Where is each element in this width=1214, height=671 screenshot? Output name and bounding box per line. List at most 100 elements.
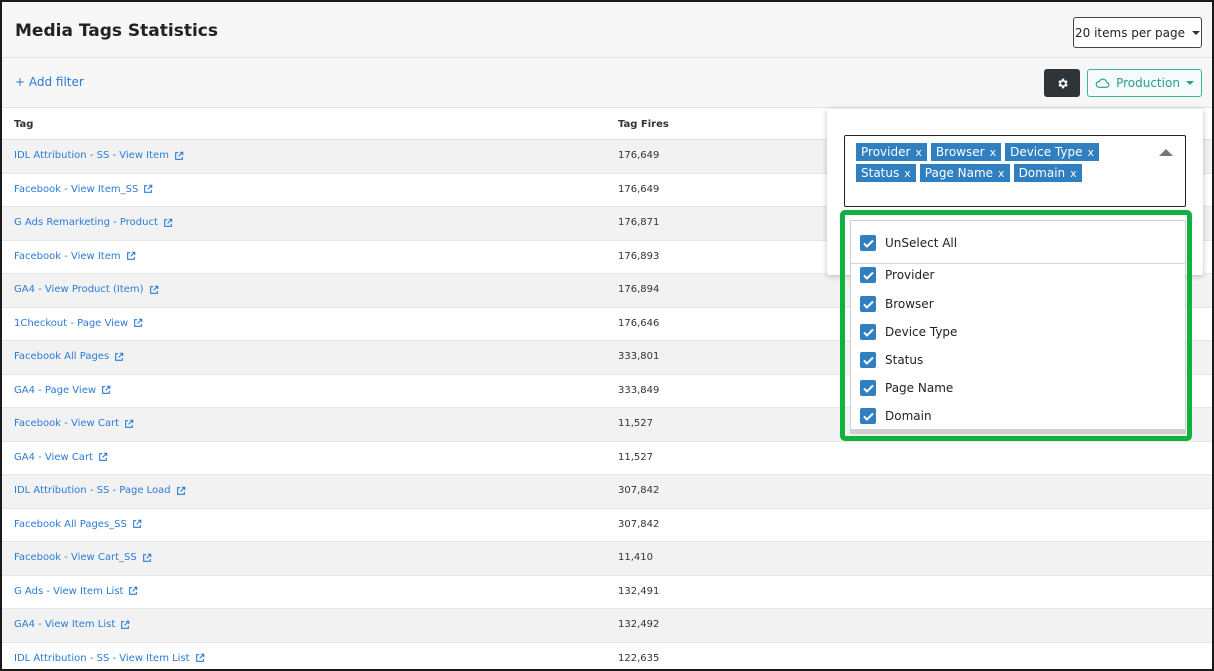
tag-name: IDL Attribution - SS - View Item List (14, 652, 190, 664)
tag-link[interactable]: GA4 - View Item List (14, 619, 130, 630)
chip-label: Page Name (924, 166, 994, 180)
column-option[interactable]: Device Type (860, 322, 957, 342)
tag-name: 1Checkout - Page View (14, 317, 129, 329)
tag-link[interactable]: GA4 - Page View (14, 385, 111, 396)
tag-fires-value: 176,871 (618, 217, 660, 228)
table-row: IDL Attribution - SS - Page Load 307,842 (2, 475, 1212, 509)
checkbox-checked-icon[interactable] (860, 380, 876, 396)
chip-label: Provider (861, 145, 911, 159)
chip-label: Domain (1018, 166, 1066, 180)
tag-link[interactable]: Facebook - View Cart (14, 418, 134, 429)
tag-name: GA4 - View Cart (14, 451, 93, 463)
external-link-icon[interactable] (163, 218, 173, 228)
option-label: Browser (885, 297, 934, 311)
external-link-icon[interactable] (132, 519, 142, 529)
chip-remove-icon[interactable]: x (915, 146, 922, 159)
tag-fires-value: 176,893 (618, 250, 660, 262)
checkbox-checked-icon[interactable] (860, 324, 876, 340)
unselect-all-label: UnSelect All (885, 236, 958, 250)
tag-link[interactable]: Facebook All Pages (14, 351, 124, 362)
page-title: Media Tags Statistics (15, 21, 218, 41)
external-link-icon[interactable] (101, 385, 111, 395)
checkbox-checked-icon[interactable] (860, 408, 876, 424)
selected-chips: Provider x Browser x Device Type x Status x Page… (856, 143, 1146, 182)
tag-name: Facebook - View Cart (14, 418, 120, 429)
tag-name: Facebook - View Cart_SS (14, 552, 137, 563)
table-row: G Ads - View Item List 132,491 (2, 575, 1212, 609)
table-row: GA4 - View Item List 132,492 (2, 609, 1212, 643)
table-row: Facebook All Pages_SS 307,842 (2, 508, 1212, 542)
external-link-icon[interactable] (114, 352, 124, 362)
external-link-icon[interactable] (98, 452, 108, 462)
external-link-icon[interactable] (124, 419, 134, 429)
tag-link[interactable]: Facebook - View Item_SS (14, 184, 153, 195)
checkbox-checked-icon[interactable] (860, 235, 876, 251)
tag-link[interactable]: IDL Attribution - SS - View Item (14, 150, 184, 161)
tag-link[interactable]: GA4 - View Product (Item) (14, 284, 159, 295)
column-option[interactable]: Page Name (860, 378, 953, 398)
checkbox-checked-icon[interactable] (860, 352, 876, 368)
tag-fires-value: 176,649 (618, 183, 660, 195)
checkbox-checked-icon[interactable] (860, 267, 876, 283)
add-filter-link[interactable]: + Add filter (15, 75, 84, 89)
tag-name: GA4 - View Product (Item) (14, 284, 144, 295)
column-option[interactable]: Status (860, 350, 923, 370)
options-divider (851, 263, 1185, 264)
tag-link[interactable]: Facebook - View Cart_SS (14, 552, 152, 563)
table-row: Facebook - View Cart_SS 11,410 (2, 542, 1212, 576)
option-label: Device Type (885, 325, 958, 339)
selected-chip: Page Name x (919, 164, 1010, 182)
tag-fires-value: 122,635 (618, 652, 660, 664)
external-link-icon[interactable] (142, 553, 152, 563)
column-option[interactable]: Domain (860, 406, 932, 426)
tag-link[interactable]: GA4 - View Cart (14, 452, 108, 463)
external-link-icon[interactable] (176, 486, 186, 496)
chip-remove-icon[interactable]: x (1088, 146, 1095, 159)
chip-remove-icon[interactable]: x (998, 167, 1005, 180)
tag-name: Facebook - View Item (14, 250, 121, 262)
external-link-icon[interactable] (174, 151, 184, 161)
cloud-icon (1095, 78, 1110, 88)
column-header-tag-fires[interactable]: Tag Fires (618, 119, 669, 130)
tag-link[interactable]: Facebook - View Item (14, 251, 136, 262)
tag-link[interactable]: IDL Attribution - SS - View Item List (14, 653, 205, 664)
column-option[interactable]: Provider (860, 265, 934, 285)
column-header-tag[interactable]: Tag (14, 119, 33, 130)
horizontal-scrollbar[interactable] (851, 429, 1185, 433)
items-per-page-dropdown[interactable]: 20 items per page (1073, 17, 1202, 48)
selected-chip: Status x (856, 164, 916, 182)
external-link-icon[interactable] (120, 620, 130, 630)
chip-label: Status (861, 166, 900, 180)
tag-link[interactable]: IDL Attribution - SS - Page Load (14, 485, 186, 496)
options-list: UnSelect All Provider Browser Device Type S… (850, 220, 1186, 434)
chip-remove-icon[interactable]: x (1070, 167, 1077, 180)
external-link-icon[interactable] (143, 184, 153, 194)
tag-fires-value: 11,410 (618, 552, 653, 563)
settings-button[interactable] (1044, 69, 1080, 97)
external-link-icon[interactable] (126, 251, 136, 261)
tag-fires-value: 132,492 (618, 619, 660, 630)
tag-name: G Ads Remarketing - Product (14, 217, 158, 228)
tag-link[interactable]: Facebook All Pages_SS (14, 519, 142, 530)
unselect-all-option[interactable]: UnSelect All (860, 233, 957, 253)
checkbox-checked-icon[interactable] (860, 296, 876, 312)
caret-down-icon (1185, 81, 1194, 85)
tag-fires-value: 11,527 (618, 451, 653, 463)
tag-link[interactable]: 1Checkout - Page View (14, 318, 143, 329)
external-link-icon[interactable] (128, 586, 138, 596)
environment-dropdown[interactable]: Production (1087, 69, 1202, 97)
tag-link[interactable]: G Ads Remarketing - Product (14, 217, 173, 228)
chip-remove-icon[interactable]: x (990, 146, 997, 159)
external-link-icon[interactable] (149, 285, 159, 295)
tag-name: IDL Attribution - SS - View Item (14, 150, 169, 161)
options-highlight: UnSelect All Provider Browser Device Type S… (840, 210, 1192, 441)
app-frame: Media Tags Statistics 20 items per page … (0, 0, 1214, 671)
chip-remove-icon[interactable]: x (904, 167, 911, 180)
tag-link[interactable]: G Ads - View Item List (14, 586, 138, 597)
selected-chip: Domain x (1013, 164, 1082, 182)
external-link-icon[interactable] (195, 653, 205, 663)
external-link-icon[interactable] (133, 318, 143, 328)
collapse-arrow-icon[interactable] (1159, 149, 1173, 156)
column-multiselect[interactable]: Provider x Browser x Device Type x Status x Page… (844, 135, 1186, 207)
column-option[interactable]: Browser (860, 294, 934, 314)
